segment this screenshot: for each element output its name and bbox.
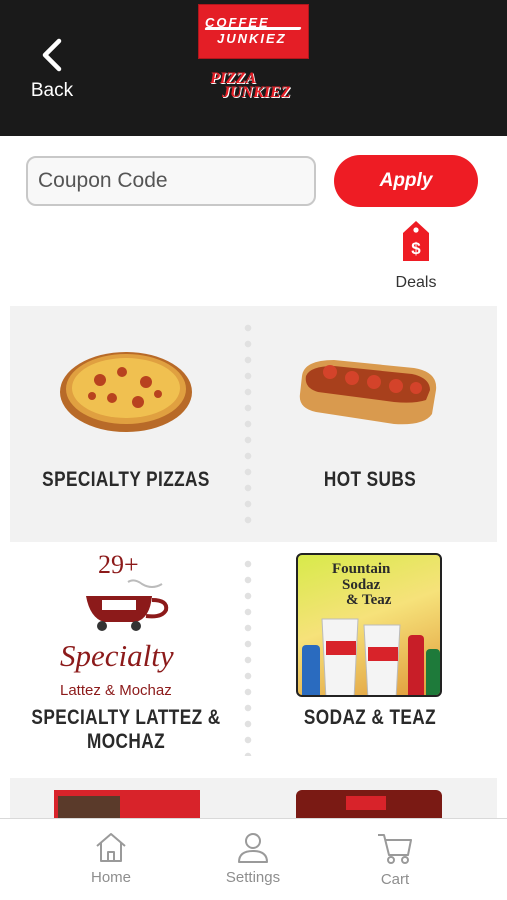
pizza-image — [60, 352, 192, 432]
price-badge: 29+ — [98, 550, 139, 579]
category-hot-subs[interactable]: HOT SUBS — [254, 306, 486, 542]
category-label: SPECIALTY PIZZAS — [42, 468, 210, 491]
grid-divider — [244, 556, 252, 756]
category-label: SODAZ & TEAZ — [303, 706, 437, 729]
bottom-tab-bar: Home Settings Cart — [0, 818, 507, 900]
thumbnail-image-partial — [58, 796, 120, 818]
price-tag-icon: $ — [403, 221, 429, 261]
promo-teaz-text: & Teaz — [346, 592, 392, 608]
grid-divider — [244, 320, 252, 530]
cart-icon — [378, 834, 412, 864]
logo-swoosh — [204, 27, 302, 30]
back-button[interactable]: Back — [22, 38, 82, 108]
lattez-mochaz-subtext: Lattez & Mochaz — [60, 682, 172, 699]
hot-sub-image — [299, 360, 437, 425]
coupon-code-input[interactable] — [26, 156, 316, 206]
deals-label: Deals — [395, 274, 437, 291]
category-specialty-lattez-mochaz[interactable]: 29+ Specialty Lattez & Mochaz SPECIALTY … — [10, 542, 242, 778]
category-label: SPECIALTY LATTEZ & MOCHAZ — [31, 706, 221, 753]
tab-settings-label: Settings — [225, 869, 281, 886]
category-sodaz-teaz[interactable]: Fountain Sodaz & Teaz SODAZ & TEAZ — [254, 542, 486, 778]
category-specialty-pizzas[interactable]: SPECIALTY PIZZAS — [10, 306, 242, 542]
sodaz-promo-image: Fountain Sodaz & Teaz — [296, 553, 442, 697]
user-icon — [238, 833, 268, 863]
thumbnail-logo-partial — [346, 796, 386, 810]
promo-fountain-text: Fountain — [332, 561, 391, 577]
category-label: HOT SUBS — [323, 468, 417, 491]
tab-cart-label: Cart — [380, 871, 410, 888]
app-screen: Back COFFEE JUNKIEZ PIZZA JUNKIEZ Apply … — [0, 0, 507, 900]
pizza-junkiez-logo: PIZZA JUNKIEZ — [208, 70, 300, 104]
coffee-junkiez-logo: COFFEE JUNKIEZ — [198, 4, 309, 59]
tab-cart[interactable]: Cart — [350, 831, 440, 895]
home-icon — [96, 833, 126, 862]
svg-text:$: $ — [411, 239, 421, 258]
coffee-cup-image — [86, 579, 169, 631]
category-grid: SPECIALTY PIZZAS HOT SUBS 29+ Specialty … — [10, 306, 497, 818]
back-label: Back — [30, 80, 74, 101]
tab-home-label: Home — [90, 869, 131, 886]
drink-cups-icon — [302, 618, 440, 695]
deals-button[interactable]: $ Deals — [386, 220, 446, 300]
top-header: Back COFFEE JUNKIEZ PIZZA JUNKIEZ — [0, 0, 507, 136]
chevron-left-icon — [42, 38, 62, 72]
logo-junkiez-text: JUNKIEZ — [217, 31, 287, 46]
apply-button[interactable]: Apply — [334, 155, 478, 207]
tab-home[interactable]: Home — [66, 831, 156, 895]
category-thumbnail-partial[interactable] — [54, 790, 200, 818]
tab-settings[interactable]: Settings — [208, 831, 298, 895]
category-thumbnail-partial[interactable] — [296, 790, 442, 818]
specialty-script-text: Specialty — [60, 638, 174, 673]
logo-pizza-junkiez-text: JUNKIEZ — [222, 84, 291, 101]
